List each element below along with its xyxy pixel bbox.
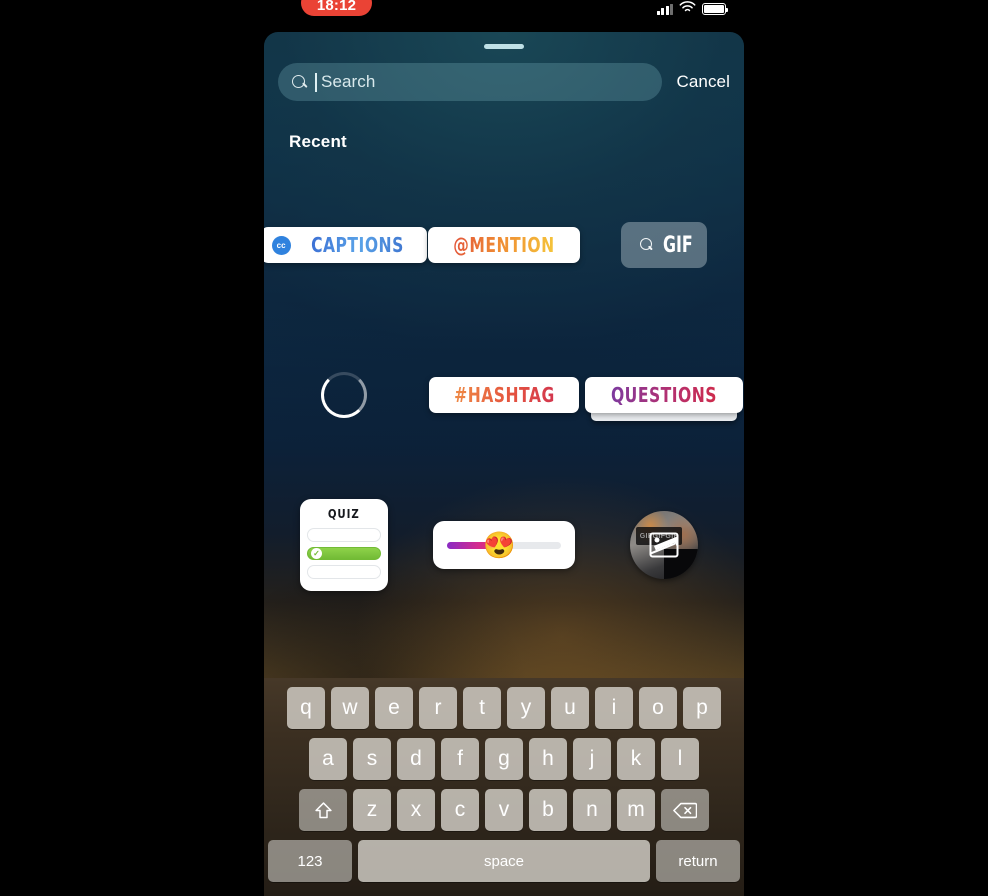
quiz-sticker[interactable]: QUIZ ✓ — [300, 499, 388, 591]
quiz-option — [307, 565, 381, 580]
search-input[interactable]: Search — [278, 63, 663, 101]
gif-sticker-label: GIF — [662, 232, 693, 258]
keyboard-row-1: q w e r t y u i o p — [264, 687, 744, 729]
key-p[interactable]: p — [683, 687, 721, 729]
check-icon: ✓ — [311, 548, 322, 559]
hashtag-sticker-label: #HASHTAG — [453, 383, 555, 407]
sticker-cell: #HASHTAG — [424, 360, 584, 430]
quiz-sticker-label: QUIZ — [328, 507, 360, 521]
cc-icon: cc — [271, 235, 291, 255]
sticker-cell: GIF — [584, 210, 744, 280]
sticker-cell: QUESTIONS — [584, 360, 744, 430]
key-a[interactable]: a — [309, 738, 347, 780]
status-icons — [656, 0, 729, 18]
text-cursor — [315, 72, 317, 92]
key-return[interactable]: return — [656, 840, 740, 882]
sticker-cell: GIFGIFGIF — [584, 490, 744, 600]
key-g[interactable]: g — [485, 738, 523, 780]
sticker-cell — [264, 360, 424, 430]
cancel-button[interactable]: Cancel — [676, 72, 730, 92]
search-icon — [292, 74, 307, 90]
photo-sticker[interactable]: GIFGIFGIF — [630, 511, 698, 579]
key-b[interactable]: b — [529, 789, 567, 831]
key-d[interactable]: d — [397, 738, 435, 780]
cellular-signal-icon — [656, 3, 673, 15]
questions-sticker-label: QUESTIONS — [610, 383, 718, 407]
loading-spinner-icon — [321, 372, 367, 418]
quiz-option-correct: ✓ — [307, 546, 381, 561]
key-q[interactable]: q — [287, 687, 325, 729]
keyboard-row-3: z x c v b n m — [264, 789, 744, 831]
key-t[interactable]: t — [463, 687, 501, 729]
slider-track: 😍 — [447, 532, 561, 558]
key-i[interactable]: i — [595, 687, 633, 729]
sticker-cell: cc CAPTIONS — [264, 210, 428, 280]
search-icon — [639, 238, 654, 252]
phone-viewport: Search Cancel Recent cc CAPTIONS @MENTIO… — [264, 0, 744, 896]
key-n[interactable]: n — [573, 789, 611, 831]
key-k[interactable]: k — [617, 738, 655, 780]
quiz-option — [307, 528, 381, 542]
mention-sticker-label: @MENTION — [453, 233, 555, 257]
keyboard-row-4: 123 space return — [264, 840, 744, 882]
sheet-grabber[interactable] — [484, 44, 524, 49]
sticker-cell: 😍 — [424, 490, 584, 600]
slider-emoji-thumb[interactable]: 😍 — [483, 532, 515, 558]
onscreen-keyboard: q w e r t y u i o p a s d f g h j k l z … — [264, 678, 744, 896]
captions-sticker[interactable]: cc CAPTIONS — [264, 227, 428, 263]
sticker-row: #HASHTAG QUESTIONS — [264, 360, 744, 430]
key-l[interactable]: l — [661, 738, 699, 780]
key-o[interactable]: o — [639, 687, 677, 729]
key-s[interactable]: s — [353, 738, 391, 780]
recording-time-indicator: 18:12 — [301, 0, 372, 16]
key-x[interactable]: x — [397, 789, 435, 831]
key-w[interactable]: w — [331, 687, 369, 729]
battery-full-icon — [702, 3, 729, 15]
questions-sticker[interactable]: QUESTIONS — [585, 377, 743, 421]
key-z[interactable]: z — [353, 789, 391, 831]
mention-sticker[interactable]: @MENTION — [428, 227, 580, 263]
sticker-cell: @MENTION — [424, 210, 584, 280]
keyboard-row-2: a s d f g h j k l — [264, 738, 744, 780]
key-r[interactable]: r — [419, 687, 457, 729]
key-v[interactable]: v — [485, 789, 523, 831]
search-bar: Search Cancel — [264, 62, 744, 102]
emoji-slider-sticker[interactable]: 😍 — [433, 521, 575, 569]
shift-icon[interactable] — [299, 789, 347, 831]
key-numbers[interactable]: 123 — [268, 840, 352, 882]
backspace-icon[interactable] — [661, 789, 709, 831]
key-y[interactable]: y — [507, 687, 545, 729]
wifi-icon — [679, 0, 696, 18]
captions-sticker-label: CAPTIONS — [310, 233, 404, 257]
key-f[interactable]: f — [441, 738, 479, 780]
key-h[interactable]: h — [529, 738, 567, 780]
sticker-row: QUIZ ✓ 😍 GIFGIFGIF — [264, 490, 744, 600]
key-j[interactable]: j — [573, 738, 611, 780]
hashtag-sticker[interactable]: #HASHTAG — [428, 377, 580, 413]
recent-heading: Recent — [289, 132, 347, 151]
sticker-cell: QUIZ ✓ — [264, 490, 424, 600]
sticker-row: cc CAPTIONS @MENTION GIF — [264, 210, 744, 280]
key-e[interactable]: e — [375, 687, 413, 729]
key-m[interactable]: m — [617, 789, 655, 831]
gif-sticker[interactable]: GIF — [621, 222, 707, 268]
screen: Search Cancel Recent cc CAPTIONS @MENTIO… — [0, 0, 988, 896]
search-placeholder: Search — [321, 72, 376, 91]
key-c[interactable]: c — [441, 789, 479, 831]
status-time: 18:12 — [316, 0, 357, 14]
questions-card: QUESTIONS — [585, 377, 743, 413]
image-icon — [649, 532, 679, 558]
key-space[interactable]: space — [358, 840, 650, 882]
key-u[interactable]: u — [551, 687, 589, 729]
status-bar: 18:12 — [264, 0, 744, 32]
